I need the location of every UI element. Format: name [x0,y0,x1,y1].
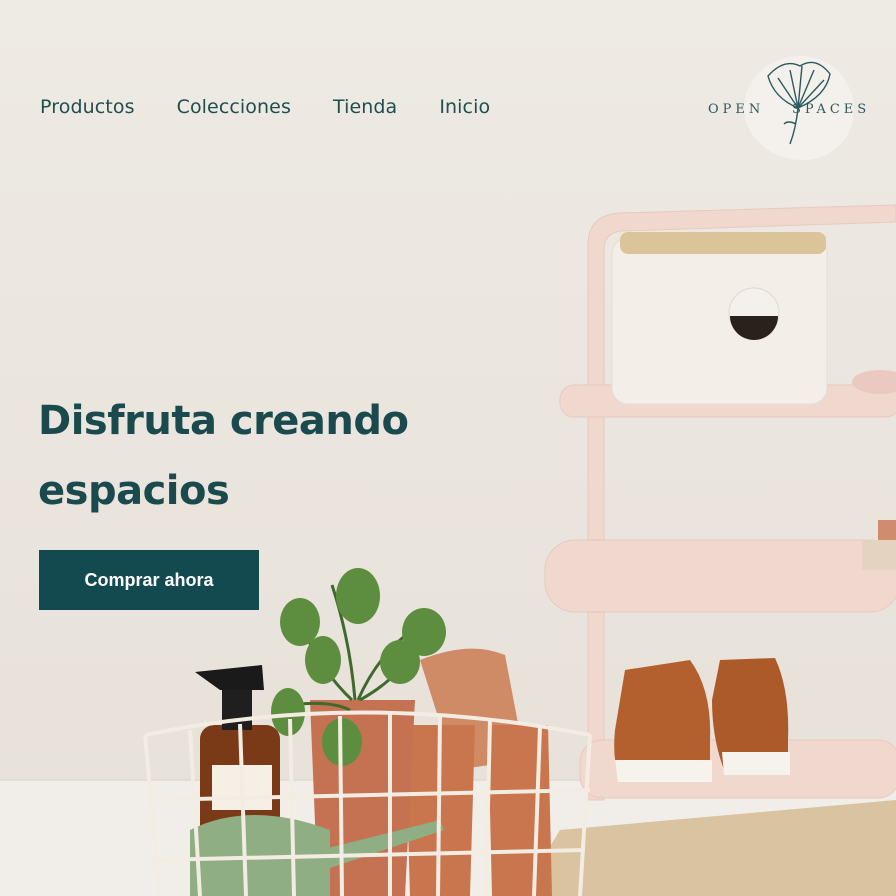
nav-link-inicio[interactable]: Inicio [439,96,490,118]
hero-headline: Disfruta creando espacios [38,398,409,514]
logo-word-spaces: SPACES [792,102,871,117]
logo-word-open: OPEN [708,102,765,117]
brand-logo[interactable]: OPEN SPACES [706,48,886,163]
hero-section: Productos Colecciones Tienda Inicio OPEN… [0,0,896,896]
shop-now-button[interactable]: Comprar ahora [39,550,259,610]
nav-link-colecciones[interactable]: Colecciones [177,96,291,118]
main-nav: Productos Colecciones Tienda Inicio [40,96,490,118]
nav-link-tienda[interactable]: Tienda [333,96,397,118]
nav-link-productos[interactable]: Productos [40,96,135,118]
